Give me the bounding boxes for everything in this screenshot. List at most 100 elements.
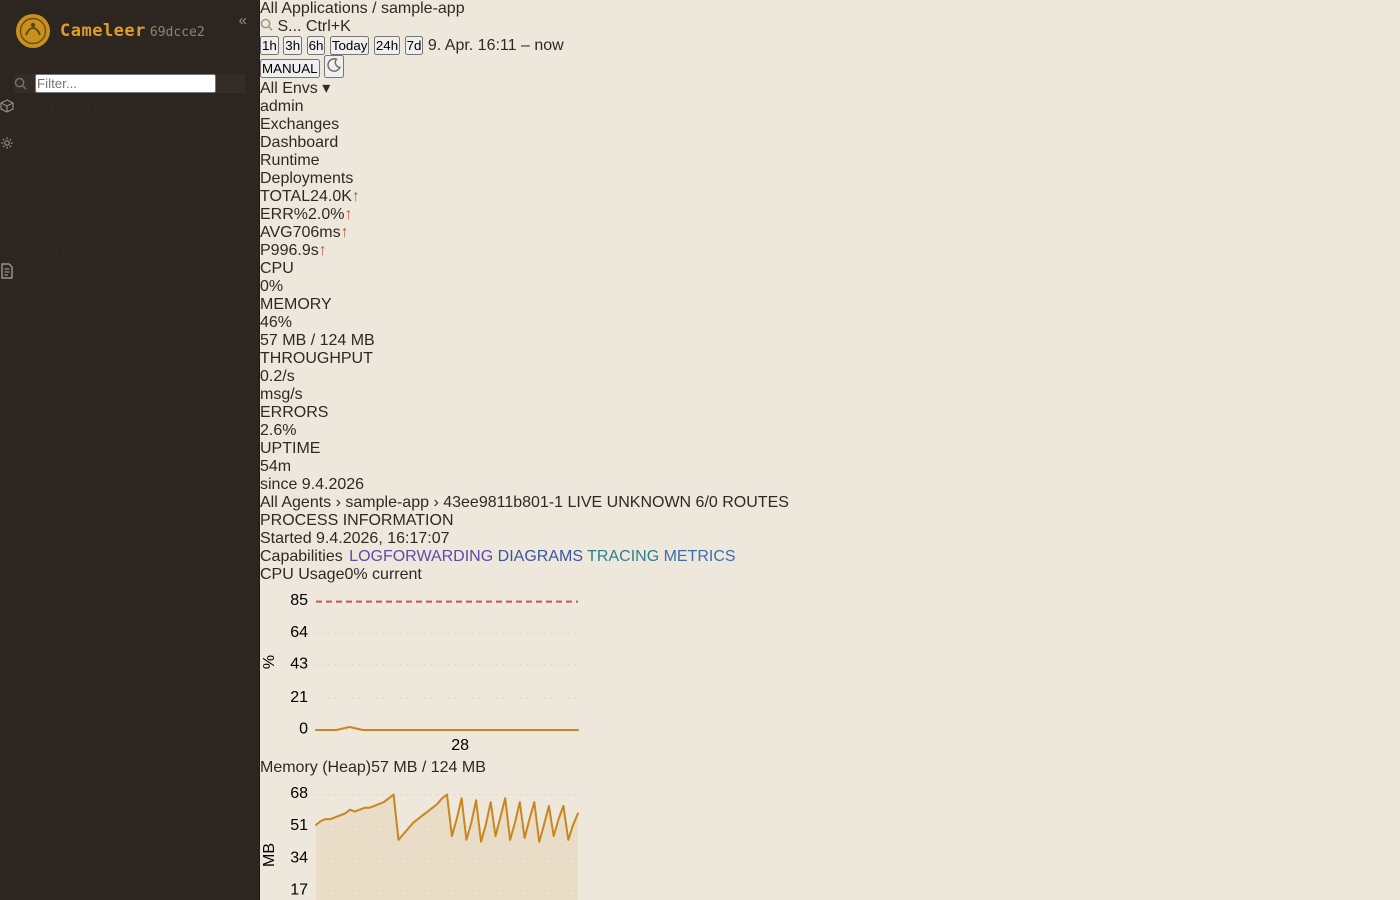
sidebar-item-oidc[interactable]: OIDC xyxy=(0,227,259,245)
env-selected-value: All Envs xyxy=(260,80,318,97)
svg-text:64: 64 xyxy=(290,624,308,641)
time-range-24h[interactable]: 24h xyxy=(374,36,400,55)
trend-up-icon: ↑ xyxy=(344,206,352,223)
errors-value: 2.6% xyxy=(260,422,789,440)
metric-card-throughput: THROUGHPUT 0.2/s msg/s xyxy=(260,350,789,404)
sidebar-item-sample-app[interactable]: › sample app 207.3k xyxy=(0,118,259,136)
sidebar-filter[interactable] xyxy=(14,74,245,93)
search-icon xyxy=(14,77,27,90)
throughput-unit: msg/s xyxy=(260,386,789,404)
sidebar-item-audit-log[interactable]: Audit Log xyxy=(0,155,259,173)
breadcrumb-separator: / xyxy=(372,0,376,17)
cube-icon xyxy=(0,99,14,113)
uptime-since: since 9.4.2026 xyxy=(260,476,789,494)
sidebar-collapse-icon[interactable]: « xyxy=(239,12,247,29)
cameleer-logo-icon xyxy=(16,14,50,48)
metric-card-cpu: CPU 0% xyxy=(260,260,789,296)
sidebar-item-clickhouse[interactable]: ClickHouse xyxy=(0,173,259,191)
tab-exchanges[interactable]: Exchanges xyxy=(260,116,789,134)
sidebar-item-users-roles[interactable]: Users & Roles xyxy=(0,245,259,263)
chart-title: CPU Usage xyxy=(260,566,344,583)
tab-dashboard[interactable]: Dashboard xyxy=(260,134,789,152)
metric-card-uptime: UPTIME 54m since 9.4.2026 xyxy=(260,440,789,494)
environment-select[interactable]: All Envs ▾ xyxy=(260,78,789,98)
badge-live: LIVE xyxy=(568,494,603,511)
badge-unknown: UNKNOWN xyxy=(607,494,691,511)
trend-up-icon: ↑ xyxy=(341,224,349,241)
filter-input[interactable] xyxy=(35,74,216,93)
sidebar-item-database[interactable]: Database xyxy=(0,191,259,209)
app-version: 69dcce2 xyxy=(150,25,205,40)
svg-text:43: 43 xyxy=(290,656,308,673)
capabilities: Capabilities LOGFORWARDING DIAGRAMS TRAC… xyxy=(260,548,789,566)
svg-text:28: 28 xyxy=(451,737,469,754)
chart-current-value: 57 MB / 124 MB xyxy=(371,759,486,776)
process-information-panel: PROCESS INFORMATION Started 9.4.2026, 16… xyxy=(260,512,789,566)
tab-deployments[interactable]: Deployments xyxy=(260,170,789,188)
svg-text:%: % xyxy=(261,655,278,669)
trend-up-icon: ↑ xyxy=(352,188,360,205)
gear-icon xyxy=(0,136,14,150)
badge-routes: 6/0 ROUTES xyxy=(696,494,789,511)
tab-runtime[interactable]: Runtime xyxy=(260,152,789,170)
sidebar-item-api-docs[interactable]: API Docs xyxy=(0,263,259,284)
cpu-value: 0% xyxy=(260,278,789,296)
chart-current-value: 0% current xyxy=(344,566,421,583)
time-range-group: 1h 3h 6h Today 24h 7d 9. Apr. 16:11 – no… xyxy=(260,36,789,55)
metric-card-memory: MEMORY 46% 57 MB / 124 MB xyxy=(260,296,789,350)
document-icon xyxy=(0,263,14,279)
range-dash: – xyxy=(521,37,530,54)
charts-row-1: CPU Usage0% current 021436485%28 Memory … xyxy=(260,566,789,900)
sidebar-item-environments[interactable]: Environments xyxy=(0,209,259,227)
range-start-datetime[interactable]: 9. Apr. 16:11 xyxy=(428,37,517,54)
svg-text:68: 68 xyxy=(290,785,308,802)
sidebar: « Cameleer69dcce2 APPLICATIONS xyxy=(0,0,260,900)
svg-text:85: 85 xyxy=(290,592,308,609)
tabbar: Exchanges Dashboard Runtime Deployments … xyxy=(260,116,789,260)
link-sample-app[interactable]: sample-app xyxy=(345,494,429,511)
time-range-7d[interactable]: 7d xyxy=(405,36,424,55)
admin-section-header: ADMIN xyxy=(0,136,259,155)
topbar: All Applications / sample-app S... Ctrl+… xyxy=(260,0,789,116)
capabilities-label: Capabilities xyxy=(260,548,343,565)
svg-text:34: 34 xyxy=(290,849,308,866)
time-range-1h[interactable]: 1h xyxy=(260,36,279,55)
svg-text:MB: MB xyxy=(261,843,278,867)
manual-refresh-button[interactable]: MANUAL xyxy=(260,59,320,78)
metric-card-errors: ERRORS 2.6% xyxy=(260,404,789,440)
app-root: « Cameleer69dcce2 APPLICATIONS xyxy=(0,0,1400,900)
main-area: All Applications / sample-app S... Ctrl+… xyxy=(260,0,789,900)
search-icon xyxy=(260,18,273,31)
agent-id: 43ee9811b801-1 xyxy=(443,494,563,511)
throughput-value: 0.2/s xyxy=(260,368,789,386)
trend-up-icon: ↑ xyxy=(319,242,327,259)
global-search[interactable]: S... Ctrl+K xyxy=(260,18,789,36)
chevron-right-icon: › xyxy=(433,494,438,511)
breadcrumb-all-applications[interactable]: All Applications xyxy=(260,0,368,17)
time-range-6h[interactable]: 6h xyxy=(307,36,326,55)
chart-title: Memory (Heap) xyxy=(260,759,371,776)
capability-tracing: TRACING xyxy=(587,548,659,565)
chevron-right-icon[interactable]: › xyxy=(0,118,5,135)
moon-icon xyxy=(326,57,342,73)
agent-badges: LIVE UNKNOWN 6/0 ROUTES xyxy=(568,494,789,511)
sidebar-app-label: sample app xyxy=(10,118,93,135)
capability-metrics: METRICS xyxy=(664,548,736,565)
app-count-badge: 207.3k xyxy=(97,118,145,135)
time-range-today[interactable]: Today xyxy=(330,36,370,55)
process-info-title: PROCESS INFORMATION xyxy=(260,512,789,530)
svg-text:51: 51 xyxy=(290,817,308,834)
dark-mode-toggle[interactable] xyxy=(324,55,344,78)
agent-breadcrumb: All Agents › sample-app › 43ee9811b801-1… xyxy=(260,494,789,512)
chevron-down-icon: ▾ xyxy=(322,80,330,97)
link-all-agents[interactable]: All Agents xyxy=(260,494,331,511)
stat-p99: P996.9s↑ xyxy=(260,242,789,260)
chevron-right-icon: › xyxy=(336,494,341,511)
capability-diagrams: DIAGRAMS xyxy=(498,548,583,565)
search-placeholder: S... xyxy=(277,18,301,35)
app-title: Cameleer xyxy=(60,21,146,41)
logo-row: Cameleer 69dcce2 xyxy=(0,0,259,64)
range-end-now[interactable]: now xyxy=(534,37,563,54)
time-range-3h[interactable]: 3h xyxy=(283,36,302,55)
current-user[interactable]: admin xyxy=(260,98,304,115)
